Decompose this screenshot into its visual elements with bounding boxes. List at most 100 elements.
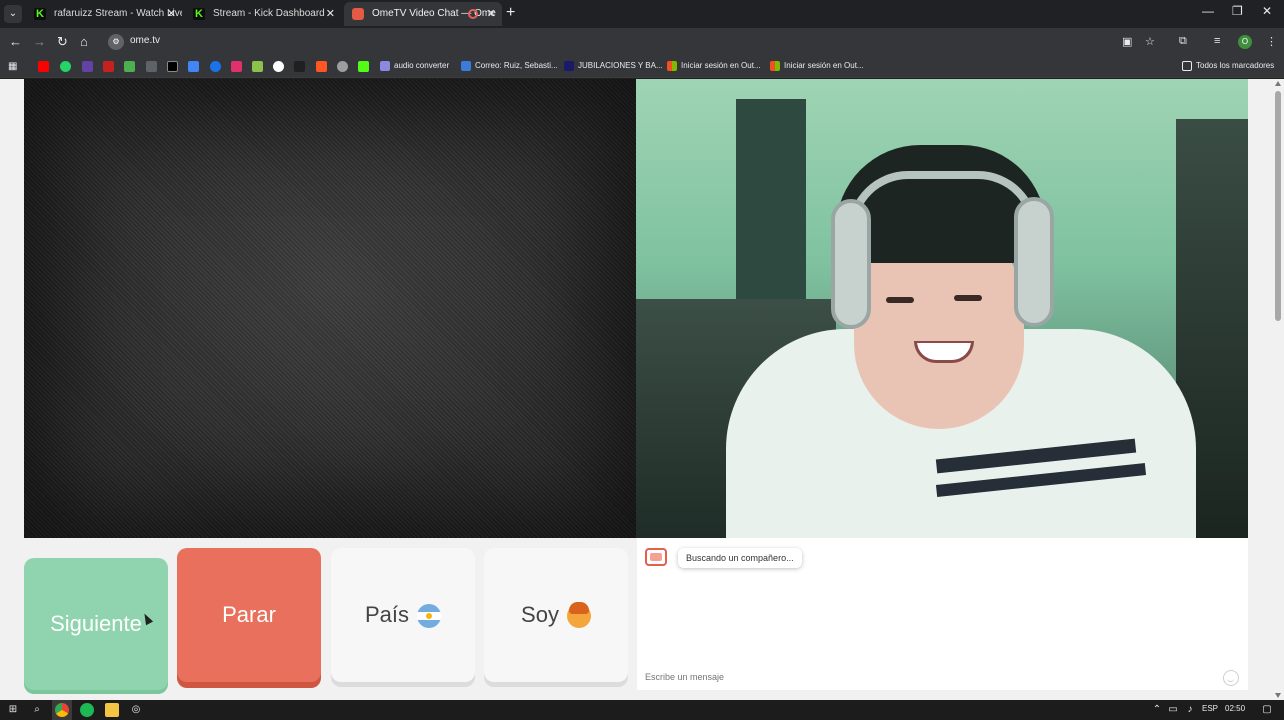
new-tab-plus-icon[interactable]: + [506,4,515,22]
url-text[interactable]: ome.tv [130,35,160,46]
bookmark-star-icon[interactable]: ☆ [1145,35,1155,48]
recording-icon [468,9,478,19]
browser-toolbar: ← → ↻ ⌂ ⚙ ome.tv ▣ ☆ ⧉ ≡ O ⋮ [0,28,1284,56]
extensions-puzzle-icon[interactable]: ⧉ [1179,35,1187,48]
language-indicator[interactable]: ESP [1202,704,1218,713]
network-icon[interactable]: ▭ [1166,703,1180,717]
headphone-right [1014,197,1054,327]
chart-icon[interactable] [252,61,263,72]
bookmark-favicon-icon [564,61,574,71]
folder-icon [1182,61,1192,71]
ometv-logo-icon [645,548,667,566]
install-app-icon[interactable]: ▣ [1122,35,1132,48]
country-selector-button[interactable]: País [331,548,475,682]
whatsapp-icon[interactable] [60,61,71,72]
chrome-icon[interactable] [55,703,69,717]
twitch-icon[interactable] [82,61,93,72]
file-explorer-icon[interactable] [105,703,119,717]
scroll-up-icon[interactable] [1275,81,1281,86]
tab-title: Stream - Kick Dashboard [213,8,325,19]
person-eye [886,297,914,303]
tab-search-chevron-icon[interactable]: ⌄ [4,5,22,23]
google-icon[interactable] [273,61,284,72]
chat-message-input[interactable] [637,665,1248,690]
x-icon[interactable] [167,61,178,72]
gender-selector-button[interactable]: Soy [484,548,628,682]
meta-icon[interactable] [146,61,157,72]
gmail-icon[interactable] [103,61,114,72]
microsoft-icon [770,61,780,71]
drive-icon[interactable] [188,61,199,72]
close-icon[interactable]: ✕ [167,2,176,26]
sheets-icon[interactable] [124,61,135,72]
address-bar[interactable]: ⚙ ome.tv [104,31,1166,53]
clock[interactable]: 02:50 [1225,704,1245,713]
site-info-icon[interactable]: ⚙ [108,34,124,50]
stop-button-label: Parar [222,602,276,627]
all-bookmarks-folder[interactable]: Todos los marcadores [1182,61,1274,73]
volume-icon[interactable]: ♪ [1183,703,1197,717]
bookmark-jubilaciones[interactable]: JUBILACIONES Y BA... [564,61,663,73]
tab-strip: ⌄ rafaruizz Stream - Watch Live o ✕ Stre… [0,0,1284,28]
bookmark-audio-converter[interactable]: audio converter [380,61,449,73]
bookmark-label: Iniciar sesión en Out... [681,61,761,70]
partner-video-static [24,79,636,538]
country-button-label: País [364,602,410,627]
forward-arrow-icon[interactable]: → [33,34,46,50]
chat-panel: Buscando un compañero... [637,538,1248,690]
close-icon[interactable]: ✕ [326,2,335,26]
tiktok-icon[interactable] [294,61,305,72]
bookmarks-bar: ▦ audio converter Correo: Ruiz, Sebasti.… [0,56,1284,78]
argentina-flag-icon [417,604,442,629]
kick-icon [34,2,46,26]
notifications-icon[interactable]: ▢ [1260,703,1274,717]
apps-grid-icon[interactable]: ▦ [8,61,19,72]
next-button-label: Siguiente [50,611,142,636]
bookmark-label: Todos los marcadores [1196,61,1275,70]
close-icon[interactable]: ✕ [487,2,496,26]
streamlabs-icon[interactable] [316,61,327,72]
reload-icon[interactable]: ↻ [57,34,68,50]
tray-chevron-icon[interactable]: ⌃ [1150,703,1164,717]
scroll-thumb[interactable] [1275,91,1281,321]
tab-title: rafaruizz Stream - Watch Live o [54,8,182,19]
home-icon[interactable]: ⌂ [80,34,88,50]
globe-icon[interactable] [337,61,348,72]
bookmark-correo[interactable]: Correo: Ruiz, Sebasti... [461,61,558,73]
window-close-icon[interactable]: ✕ [1262,4,1272,18]
spotify-icon[interactable] [80,703,94,717]
obs-icon[interactable]: ◎ [129,703,143,717]
bookmark-outlook-1[interactable]: Iniciar sesión en Out... [667,61,761,73]
media-control-icon[interactable]: ≡ [1214,35,1220,47]
windows-taskbar: ⊞ ⌕ ◎ ⌃ ▭ ♪ ESP 02:50 ▢ [0,700,1284,720]
youtube-icon[interactable] [38,61,49,72]
back-arrow-icon[interactable]: ← [9,34,22,50]
search-icon[interactable]: ⌕ [30,703,44,717]
instagram-icon[interactable] [231,61,242,72]
windows-start-icon[interactable]: ⊞ [6,703,20,717]
bookmark-outlook-2[interactable]: Iniciar sesión en Out... [770,61,864,73]
edge-icon[interactable] [210,61,221,72]
scroll-down-icon[interactable] [1275,693,1281,698]
minimize-icon[interactable]: — [1202,4,1214,18]
bookmark-label: Iniciar sesión en Out... [784,61,864,70]
boy-face-icon [566,602,591,629]
page-scrollbar[interactable] [1272,79,1284,700]
menu-kebab-icon[interactable]: ⋮ [1266,35,1277,48]
profile-avatar[interactable]: O [1238,35,1252,49]
chat-status-message: Buscando un compañero... [678,548,802,568]
stop-button[interactable]: Parar [177,548,321,682]
headphone-band [848,171,1038,231]
bookmark-favicon-icon [461,61,471,71]
tab-kick-dashboard[interactable]: Stream - Kick Dashboard ✕ [185,2,341,26]
tab-rafaruizz-stream[interactable]: rafaruizz Stream - Watch Live o ✕ [26,2,182,26]
ometv-icon [352,8,364,20]
bookmark-label: audio converter [394,61,450,70]
own-webcam-video [636,79,1248,538]
restore-icon[interactable]: ❐ [1232,4,1243,18]
tab-ometv[interactable]: OmeTV Video Chat — Ome ✕ [344,2,502,26]
microsoft-icon [667,61,677,71]
emoji-picker-icon[interactable] [1223,670,1239,686]
bookmark-label: Correo: Ruiz, Sebasti... [475,61,558,70]
kick-icon[interactable] [358,61,369,72]
